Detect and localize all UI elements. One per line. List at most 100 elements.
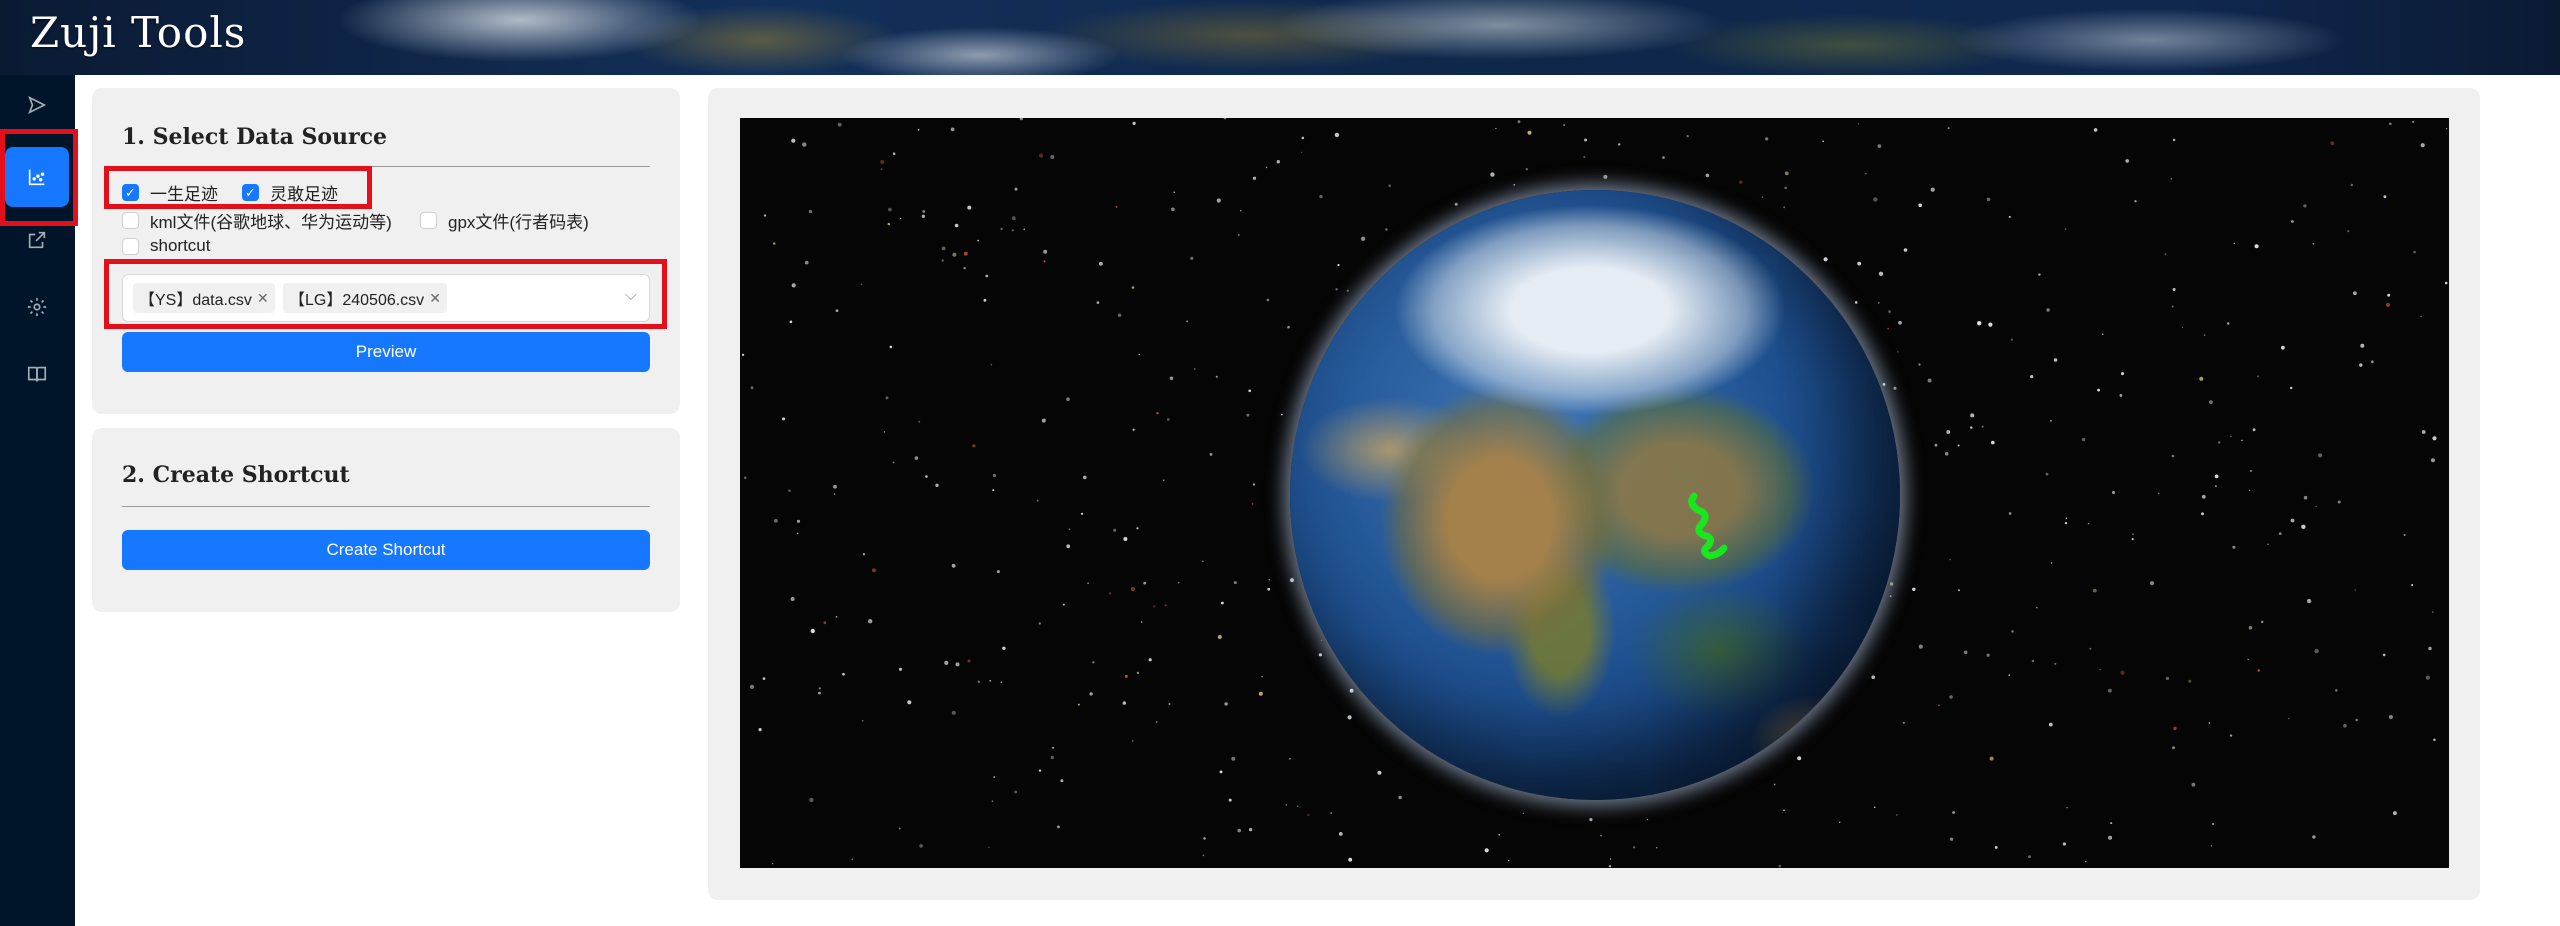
- nav-settings[interactable]: [5, 277, 69, 337]
- star: [887, 222, 890, 226]
- star: [2248, 489, 2251, 492]
- star: [951, 710, 956, 715]
- star: [2011, 630, 2014, 633]
- star: [1337, 263, 1340, 267]
- star: [1113, 528, 1117, 532]
- star: [1686, 135, 1689, 138]
- star: [1115, 205, 1118, 208]
- star: [1398, 795, 1402, 800]
- star: [2387, 293, 2391, 297]
- star: [1335, 288, 1338, 291]
- star: [1498, 833, 1501, 836]
- star: [2208, 722, 2210, 724]
- star: [1228, 798, 1232, 802]
- option-gpx[interactable]: gpx文件(行者码表): [420, 208, 589, 233]
- star: [1251, 503, 1254, 505]
- star: [762, 677, 766, 680]
- star: [990, 364, 993, 366]
- star: [1784, 171, 1789, 176]
- checkbox[interactable]: [122, 212, 139, 229]
- star: [1334, 132, 1340, 138]
- star: [967, 205, 972, 210]
- star: [963, 251, 968, 256]
- star: [2087, 522, 2090, 525]
- nav-send[interactable]: [5, 75, 69, 135]
- star: [1231, 756, 1236, 761]
- option-shortcut[interactable]: shortcut: [122, 236, 210, 256]
- star: [2254, 244, 2259, 249]
- star: [2359, 363, 2363, 367]
- star: [955, 662, 960, 667]
- star: [1169, 376, 1174, 381]
- star: [823, 621, 827, 625]
- star: [2278, 532, 2282, 535]
- star: [1873, 806, 1876, 809]
- star: [1490, 172, 1495, 177]
- star: [749, 684, 755, 690]
- star: [1903, 248, 1908, 252]
- star: [977, 239, 979, 242]
- star: [1140, 621, 1143, 623]
- star: [2350, 183, 2353, 187]
- star: [1877, 144, 1882, 148]
- preview-button[interactable]: Preview: [122, 332, 650, 372]
- star: [2252, 428, 2256, 432]
- gear-icon: [27, 297, 47, 317]
- star: [1164, 604, 1167, 607]
- globe-viewer[interactable]: [740, 118, 2449, 868]
- star: [2421, 430, 2426, 434]
- star: [1338, 832, 1343, 836]
- section2-title: 2. Create Shortcut: [122, 462, 350, 488]
- star: [1237, 828, 1241, 833]
- earth-globe[interactable]: [1290, 190, 1900, 800]
- star: [2036, 606, 2038, 609]
- star: [1348, 857, 1353, 862]
- star: [1038, 622, 1041, 625]
- create-shortcut-button[interactable]: Create Shortcut: [122, 530, 650, 570]
- star: [2312, 835, 2316, 839]
- star: [1873, 197, 1878, 202]
- star: [1050, 155, 1055, 159]
- option-kml[interactable]: kml文件(谷歌地球、华为运动等): [122, 208, 392, 233]
- star: [1268, 578, 1271, 581]
- star: [809, 797, 814, 803]
- star: [835, 309, 839, 312]
- checkbox[interactable]: [122, 237, 139, 255]
- star: [1132, 428, 1135, 431]
- star: [992, 489, 995, 492]
- star: [1267, 587, 1271, 591]
- star: [1136, 527, 1139, 530]
- star: [2281, 345, 2285, 350]
- star: [1301, 136, 1305, 140]
- star: [2303, 204, 2307, 208]
- star: [2382, 653, 2386, 657]
- star: [996, 570, 1000, 574]
- checkbox[interactable]: [420, 212, 437, 229]
- star: [1608, 865, 1612, 868]
- star: [1096, 301, 1100, 304]
- star: [2257, 669, 2260, 672]
- star: [1854, 301, 1858, 304]
- highlight-sidebar: [0, 129, 78, 226]
- star: [1221, 601, 1224, 605]
- star: [900, 217, 902, 219]
- star: [2257, 375, 2260, 378]
- star: [1077, 703, 1080, 706]
- star: [889, 345, 893, 349]
- star: [773, 242, 776, 245]
- star: [2420, 143, 2425, 148]
- star: [1705, 173, 1710, 178]
- star: [2355, 718, 2358, 722]
- star: [2241, 439, 2243, 442]
- star: [1066, 397, 1070, 402]
- star: [796, 519, 801, 523]
- star: [2360, 343, 2365, 348]
- star: [1525, 168, 1528, 171]
- nav-docs[interactable]: [5, 344, 69, 404]
- star: [1224, 702, 1228, 706]
- star: [1043, 260, 1046, 263]
- star: [1618, 143, 1621, 146]
- header-banner: Zuji Tools: [0, 0, 2560, 75]
- star: [1099, 261, 1103, 266]
- star: [2054, 662, 2057, 665]
